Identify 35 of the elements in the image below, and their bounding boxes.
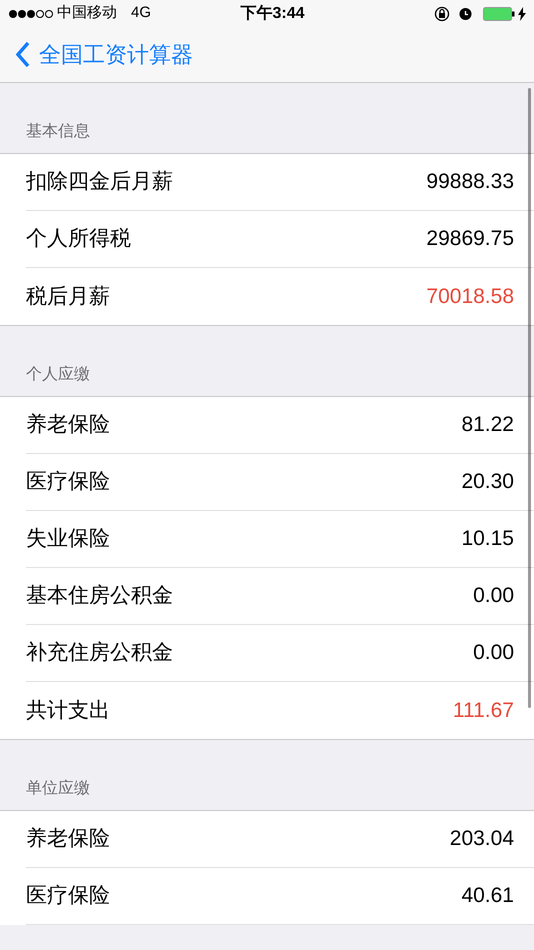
row-value: 40.61 [461, 883, 514, 910]
network-label: 4G [131, 3, 152, 24]
row-value: 111.67 [452, 698, 514, 724]
battery-icon [483, 6, 515, 20]
row-label: 养老保险 [26, 412, 110, 438]
row-value: 203.04 [450, 826, 514, 852]
row-label: 医疗保险 [26, 883, 110, 910]
row-label: 失业保险 [26, 526, 110, 552]
row-value: 29869.75 [426, 226, 514, 252]
row-label: 扣除四金后月薪 [26, 169, 173, 196]
row-value: 70018.58 [426, 284, 514, 310]
row-label: 个人所得税 [26, 226, 131, 252]
row-value: 10.15 [461, 526, 514, 552]
alarm-icon [458, 6, 473, 21]
row-value: 81.22 [461, 412, 514, 438]
row-value: 0.00 [473, 640, 514, 666]
row-label: 医疗保险 [26, 469, 110, 496]
row-label: 基本住房公积金 [26, 583, 173, 610]
status-time: 下午3:44 [240, 4, 305, 24]
row-value: 99888.33 [426, 169, 514, 196]
row-value: 0.00 [473, 583, 514, 610]
row-value: 20.30 [461, 469, 514, 496]
section-header: 个人应缴 [26, 364, 90, 385]
section-header: 基本信息 [26, 122, 90, 142]
back-button[interactable]: 全国工资计算器 [0, 38, 193, 71]
row-label: 税后月薪 [26, 284, 110, 310]
back-chevron-icon [15, 41, 31, 68]
row-label: 共计支出 [26, 698, 110, 724]
section-header: 单位应缴 [26, 778, 90, 799]
signal-icon [8, 8, 54, 18]
carrier-label: 中国移动 [57, 3, 117, 24]
row-label: 补充住房公积金 [26, 640, 173, 666]
charging-icon [518, 6, 526, 20]
rotation-lock-icon [434, 6, 450, 22]
row-label: 养老保险 [26, 826, 110, 852]
